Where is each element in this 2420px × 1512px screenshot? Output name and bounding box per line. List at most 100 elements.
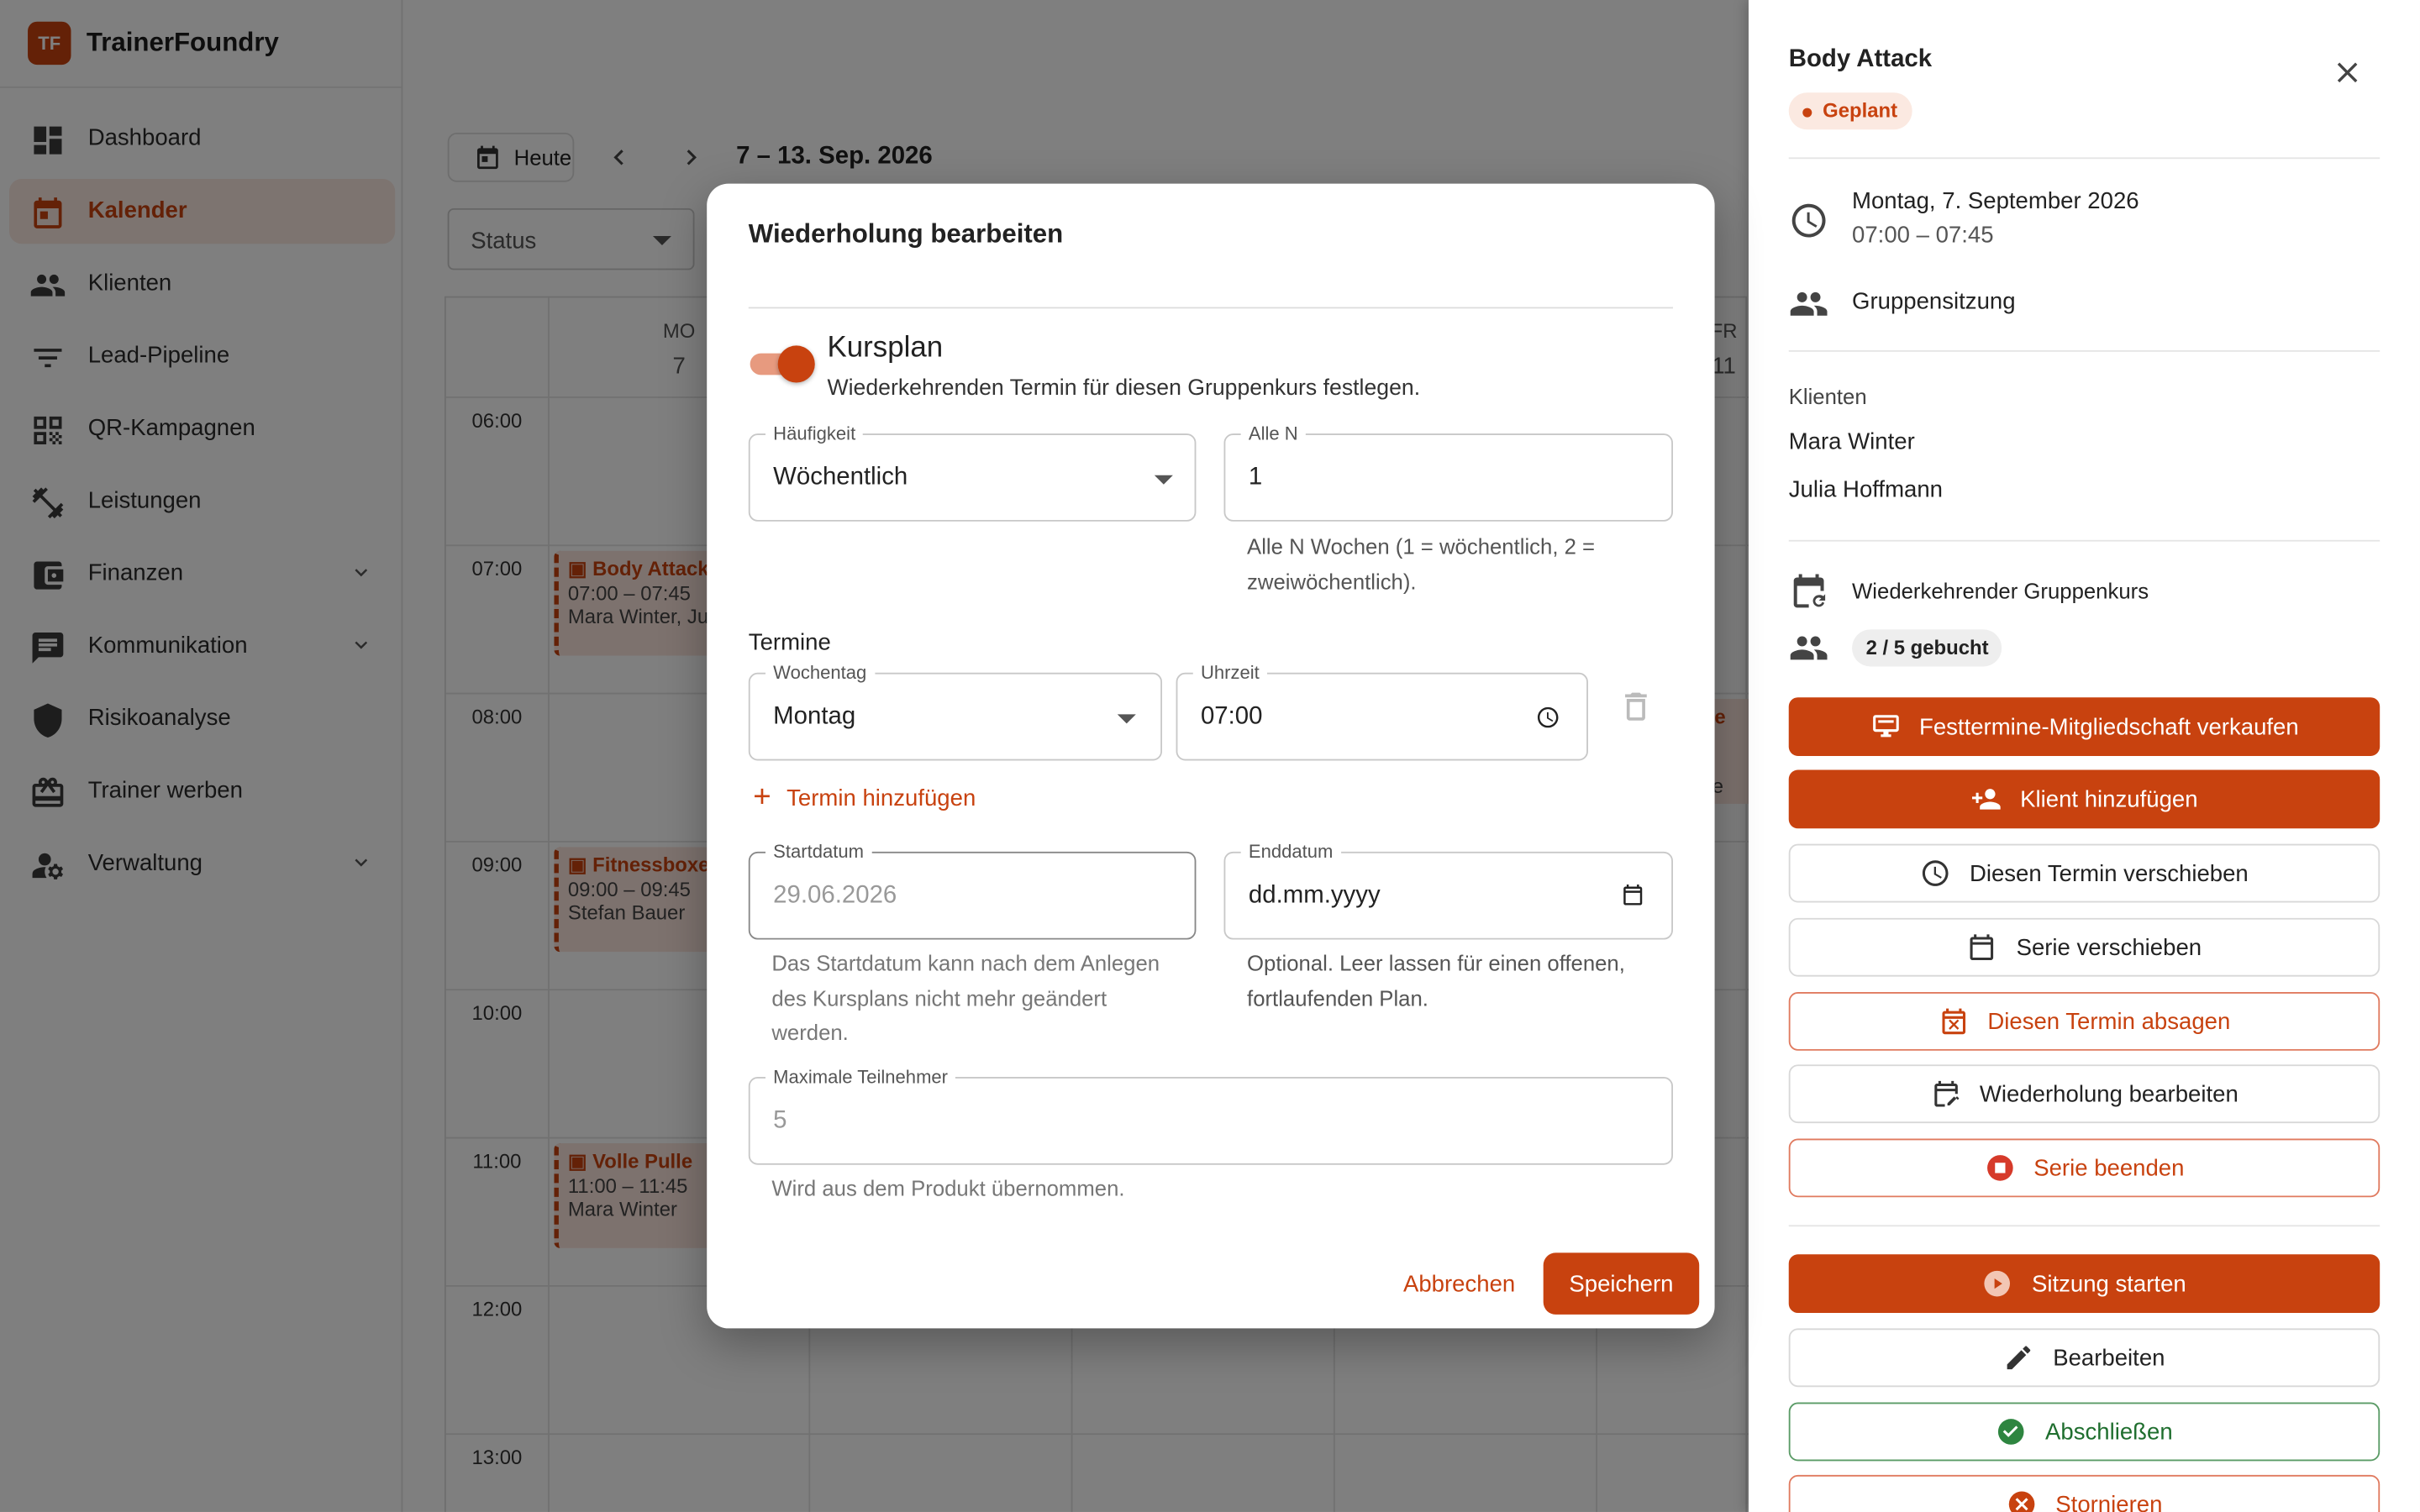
edit-recurrence-button[interactable]: Wiederholung bearbeiten [1788, 1064, 2381, 1124]
button-label: Sitzung starten [2031, 1270, 2186, 1297]
termine-label: Termine [748, 629, 831, 656]
field-label: Alle N [1240, 423, 1306, 444]
save-button[interactable]: Speichern [1543, 1252, 1700, 1315]
monitor-icon [1870, 711, 1901, 743]
check-circle-icon [1996, 1416, 2027, 1447]
play-circle-icon [1982, 1268, 2013, 1299]
field-value: dd.mm.yyyy [1248, 882, 1381, 909]
divider [1788, 539, 2381, 542]
cancel-circle-icon [2007, 1488, 2038, 1512]
event-date: Montag, 7. September 2026 [1852, 188, 2139, 215]
edit-recurrence-dialog: Wiederholung bearbeiten Kursplan Wiederk… [707, 183, 1715, 1329]
button-label: Abschließen [2045, 1418, 2173, 1446]
session-type: Gruppensitzung [1852, 288, 2016, 315]
field-label: Wochentag [765, 661, 875, 684]
chevron-down-icon [1154, 475, 1173, 485]
help-line: Optional. Leer lassen für einen offenen, [1247, 950, 1625, 975]
plus-icon: + [753, 780, 771, 815]
event-detail-panel: Body Attack Geplant Montag, 7. September… [1748, 0, 2420, 1512]
button-label: Wiederholung bearbeiten [1979, 1080, 2238, 1107]
recurring-label: Wiederkehrender Gruppenkurs [1852, 578, 2149, 604]
void-button[interactable]: Stornieren [1788, 1474, 2381, 1512]
people-icon [1789, 628, 1829, 669]
edit-button[interactable]: Bearbeiten [1788, 1328, 2381, 1388]
stop-circle-icon [1984, 1152, 2015, 1184]
button-label: Serie verschieben [2016, 934, 2202, 961]
time-field[interactable]: Uhrzeit 07:00 [1176, 661, 1588, 761]
button-label: Stornieren [2055, 1491, 2163, 1512]
chevron-down-icon [1117, 714, 1136, 724]
client-name[interactable]: Julia Hoffmann [1789, 477, 1943, 503]
max-participants-help: Wird aus dem Produkt übernommen. [771, 1175, 1125, 1200]
person-add-icon [1970, 784, 2002, 815]
trash-icon[interactable] [1618, 688, 1655, 725]
divider [1788, 349, 2381, 352]
calendar-repeat-icon [1789, 571, 1829, 612]
app-root: TF TrainerFoundry Dashboard Kalender Kli… [0, 0, 2420, 1512]
clients-label: Klienten [1788, 384, 1867, 409]
divider [1788, 1225, 2381, 1227]
sell-membership-button[interactable]: Festtermine-Mitgliedschaft verkaufen [1788, 697, 2381, 756]
weekday-select[interactable]: Wochentag Montag [748, 661, 1163, 761]
field-value: Montag [773, 703, 856, 730]
field-label: Startdatum [765, 841, 872, 863]
panel-title: Body Attack [1788, 46, 1933, 73]
toggle-knob [777, 345, 815, 383]
button-label: Serie beenden [2033, 1154, 2185, 1181]
field-value: 07:00 [1200, 703, 1263, 730]
clock-icon[interactable] [1536, 705, 1560, 729]
field-label: Enddatum [1240, 841, 1341, 863]
end-date-field[interactable]: Enddatum dd.mm.yyyy [1223, 841, 1673, 940]
help-line: Das Startdatum kann nach dem Anlegen [771, 950, 1160, 975]
help-line: fortlaufenden Plan. [1247, 984, 1428, 1011]
help-line: werden. [771, 1020, 849, 1045]
every-n-field[interactable]: Alle N 1 [1223, 423, 1673, 522]
max-participants-field: Maximale Teilnehmer 5 [748, 1066, 1673, 1165]
calendar-cancel-icon [1939, 1006, 1970, 1037]
divider [1788, 157, 2381, 160]
start-session-button[interactable]: Sitzung starten [1788, 1254, 2381, 1314]
close-icon[interactable] [2330, 55, 2364, 89]
booking-count-badge: 2 / 5 gebucht [1852, 629, 2003, 667]
people-icon [1789, 284, 1829, 324]
end-series-button[interactable]: Serie beenden [1788, 1138, 2381, 1198]
frequency-select[interactable]: Häufigkeit Wöchentlich [748, 423, 1197, 522]
help-line: des Kursplans nicht mehr geändert [771, 984, 1107, 1011]
clock-icon [1920, 858, 1951, 889]
start-date-help: Das Startdatum kann nach dem Anlegen des… [771, 946, 1160, 1050]
event-time: 07:00 – 07:45 [1852, 222, 1994, 249]
calendar-icon[interactable] [1621, 883, 1645, 907]
recurring-row: Wiederkehrender Gruppenkurs [1789, 571, 2380, 612]
field-value: 29.06.2026 [773, 882, 897, 909]
calendar-edit-icon [1930, 1079, 1961, 1110]
move-series-button[interactable]: Serie verschieben [1788, 917, 2381, 977]
add-client-button[interactable]: Klient hinzufügen [1788, 769, 2381, 829]
every-n-help: Alle N Wochen (1 = wöchentlich, 2 = zwei… [1247, 529, 1595, 599]
kursplan-description: Wiederkehrenden Termin für diesen Gruppe… [827, 376, 1421, 402]
date-row: Montag, 7. September 2026 07:00 – 07:45 [1789, 188, 2380, 275]
kursplan-label: Kursplan [827, 331, 944, 365]
complete-button[interactable]: Abschließen [1788, 1402, 2381, 1462]
button-label: Termin hinzufügen [786, 784, 976, 811]
help-line: Alle N Wochen (1 = wöchentlich, 2 = [1247, 533, 1596, 559]
field-label: Uhrzeit [1192, 661, 1267, 684]
client-name[interactable]: Mara Winter [1789, 429, 1915, 455]
start-date-field: Startdatum 29.06.2026 [748, 841, 1197, 940]
cancel-this-button[interactable]: Diesen Termin absagen [1788, 991, 2381, 1051]
kursplan-toggle[interactable] [750, 345, 815, 383]
field-label: Maximale Teilnehmer [765, 1066, 956, 1088]
add-term-button[interactable]: + Termin hinzufügen [753, 780, 976, 815]
button-label: Bearbeiten [2053, 1344, 2165, 1371]
button-label: Festtermine-Mitgliedschaft verkaufen [1918, 713, 2299, 740]
calendar-icon [1967, 932, 1998, 963]
status-badge: Geplant [1788, 92, 1913, 130]
button-label: Diesen Termin absagen [1987, 1008, 2231, 1035]
move-this-button[interactable]: Diesen Termin verschieben [1788, 843, 2381, 903]
field-label: Häufigkeit [765, 423, 864, 444]
pencil-icon [2003, 1342, 2034, 1373]
help-line: zweiwöchentlich). [1247, 568, 1417, 594]
cancel-button[interactable]: Abbrechen [1386, 1252, 1532, 1314]
clock-icon [1789, 201, 1829, 241]
field-value: Wöchentlich [773, 464, 908, 491]
button-label: Diesen Termin verschieben [1969, 859, 2249, 887]
